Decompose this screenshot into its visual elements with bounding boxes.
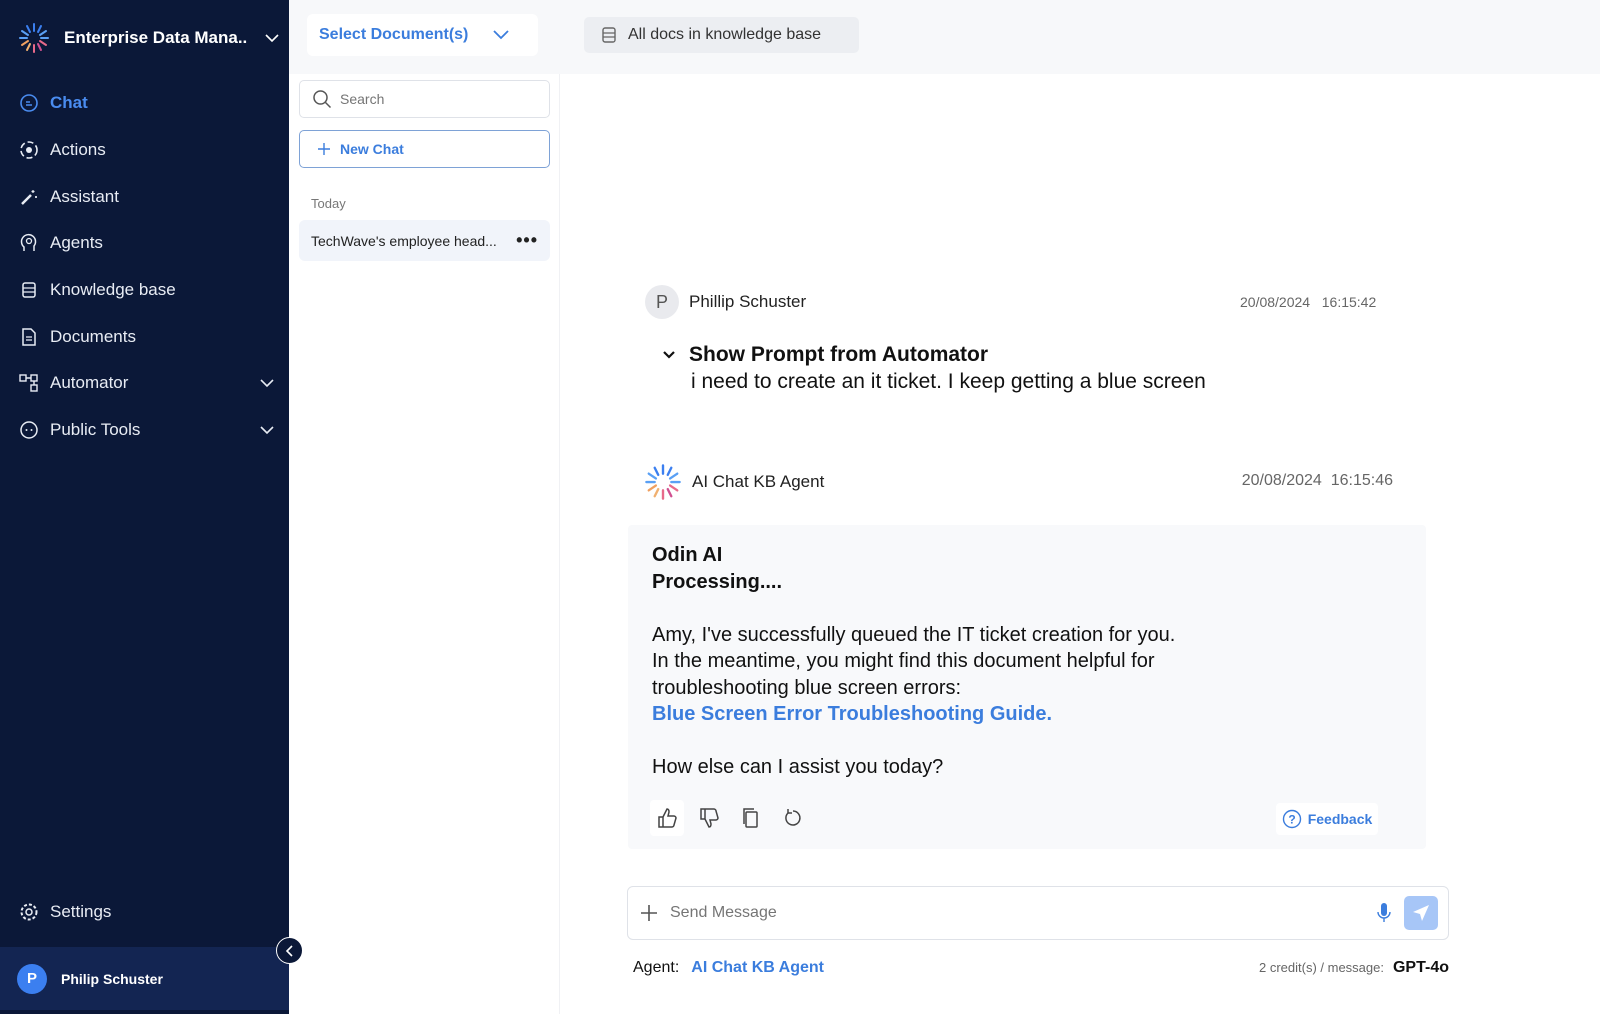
plus-icon [318, 143, 330, 155]
chat-history-item[interactable]: TechWave's employee head... ••• [299, 220, 550, 261]
workspace-switcher[interactable]: Enterprise Data Mana.. [18, 22, 279, 54]
scope-label: All docs in knowledge base [628, 26, 822, 43]
toggle-label: Show Prompt from Automator [689, 343, 989, 366]
message-author: Phillip Schuster [689, 292, 807, 311]
chevron-down-icon [663, 351, 675, 359]
sidebar-item-actions[interactable]: Actions [18, 139, 274, 161]
collapse-sidebar-button[interactable] [276, 937, 303, 964]
model-info: 2 credit(s) / message: GPT-4o [1150, 959, 1449, 977]
message-composer [627, 886, 1449, 940]
odin-logo-icon [19, 23, 49, 53]
message-author: AI Chat KB Agent [692, 472, 825, 491]
knowledge-scope-chip[interactable]: All docs in knowledge base [584, 17, 859, 53]
user-name: Philip Schuster [61, 970, 163, 987]
user-message-header: P Phillip Schuster [645, 285, 806, 319]
credits-text: 2 credit(s) / message: [1258, 960, 1384, 975]
message-timestamp: 20/08/2024 16:15:46 [1241, 472, 1393, 489]
database-icon [602, 27, 616, 43]
sidebar-item-automator[interactable]: Automator [18, 372, 274, 394]
send-button[interactable] [1404, 896, 1438, 930]
user-profile[interactable]: P Philip Schuster [0, 947, 289, 1010]
workspace-name: Enterprise Data Mana.. [64, 28, 248, 47]
sidebar-item-label: Documents [50, 327, 136, 346]
agent-title: Odin AI [652, 544, 723, 566]
model-selector[interactable]: GPT-4o [1393, 959, 1449, 977]
message-input[interactable] [670, 904, 1364, 922]
gear-icon [18, 901, 40, 923]
sidebar-item-label: Chat [50, 93, 88, 112]
database-icon [18, 279, 40, 301]
sidebar-item-label: Agents [50, 233, 103, 252]
sidebar-item-agents[interactable]: Agents [18, 232, 274, 254]
feedback-label: Feedback [1307, 811, 1373, 827]
flow-icon [18, 372, 40, 394]
agent-message-header: AI Chat KB Agent [644, 463, 824, 501]
chevron-down-icon [265, 28, 279, 48]
sidebar-item-label: Automator [50, 373, 129, 392]
sidebar-item-assistant[interactable]: Assistant [18, 186, 274, 208]
sidebar-item-chat[interactable]: Chat [18, 92, 274, 114]
chevron-left-icon [285, 944, 293, 957]
attach-plus-icon[interactable] [640, 904, 658, 922]
regenerate-icon[interactable] [776, 800, 810, 836]
message-timestamp: 20/08/2024 16:15:42 [1240, 294, 1377, 310]
chat-history-panel [289, 74, 560, 1014]
sidebar-item-public-tools[interactable]: Public Tools [18, 419, 274, 441]
chevron-down-icon [260, 420, 274, 440]
thumbs-down-icon[interactable] [692, 800, 726, 836]
sidebar-item-settings[interactable]: Settings [18, 901, 274, 923]
chevron-down-icon [260, 373, 274, 393]
search-input[interactable] [340, 91, 530, 107]
search-icon [313, 90, 332, 109]
avatar: P [645, 285, 679, 319]
feedback-button[interactable]: ? Feedback [1276, 803, 1378, 835]
sidebar-item-label: Knowledge base [50, 280, 176, 299]
select-documents-label: Select Document(s) [319, 26, 469, 43]
magic-wand-icon [18, 186, 40, 208]
chat-title: TechWave's employee head... [311, 232, 497, 249]
sidebar-item-documents[interactable]: Documents [18, 326, 274, 348]
sidebar-item-label: Public Tools [50, 420, 141, 439]
send-icon [1413, 905, 1429, 921]
thumbs-up-icon[interactable] [650, 800, 684, 836]
microphone-icon[interactable] [1376, 901, 1392, 925]
troubleshooting-guide-link[interactable]: Blue Screen Error Troubleshooting Guide. [652, 701, 1052, 727]
agent-status: Processing.... [652, 571, 783, 593]
agent-info: Agent: AI Chat KB Agent [633, 959, 824, 977]
agent-closing-text: How else can I assist you today? [652, 756, 944, 778]
sidebar-item-label: Assistant [50, 187, 119, 206]
agent-text-line: In the meantime, you might find this doc… [652, 650, 1155, 672]
message-actions [650, 800, 810, 836]
svg-text:?: ? [1288, 813, 1295, 827]
agent-head-icon [18, 232, 40, 254]
more-options-icon[interactable]: ••• [516, 230, 538, 251]
agent-selector[interactable]: AI Chat KB Agent [691, 959, 824, 977]
agent-label: Agent: [633, 959, 680, 976]
copy-icon[interactable] [734, 800, 768, 836]
new-chat-label: New Chat [340, 141, 404, 157]
show-prompt-toggle[interactable]: Show Prompt from Automator [662, 343, 988, 367]
avatar: P [17, 963, 47, 994]
sidebar-item-label: Settings [50, 902, 112, 921]
agent-text-line: troubleshooting blue screen errors: [652, 677, 962, 699]
user-message-text: i need to create an it ticket. I keep ge… [691, 370, 1206, 393]
agent-text-line: Amy, I've successfully queued the IT tic… [652, 624, 1176, 646]
history-group-label: Today [311, 196, 346, 211]
document-icon [18, 326, 40, 348]
select-documents-dropdown[interactable]: Select Document(s) [307, 14, 538, 56]
chevron-down-icon [493, 30, 510, 40]
public-chat-icon [18, 419, 40, 441]
sidebar-item-knowledge-base[interactable]: Knowledge base [18, 279, 274, 301]
chat-bubble-icon [18, 92, 40, 114]
sidebar: Enterprise Data Mana.. Chat Actions Assi… [0, 0, 289, 1014]
help-circle-icon: ? [1282, 809, 1301, 829]
search-input-wrapper[interactable] [299, 80, 550, 118]
new-chat-button[interactable]: New Chat [299, 130, 550, 168]
agent-logo-icon [645, 464, 681, 500]
actions-gear-icon [18, 139, 40, 161]
sidebar-item-label: Actions [50, 140, 106, 159]
